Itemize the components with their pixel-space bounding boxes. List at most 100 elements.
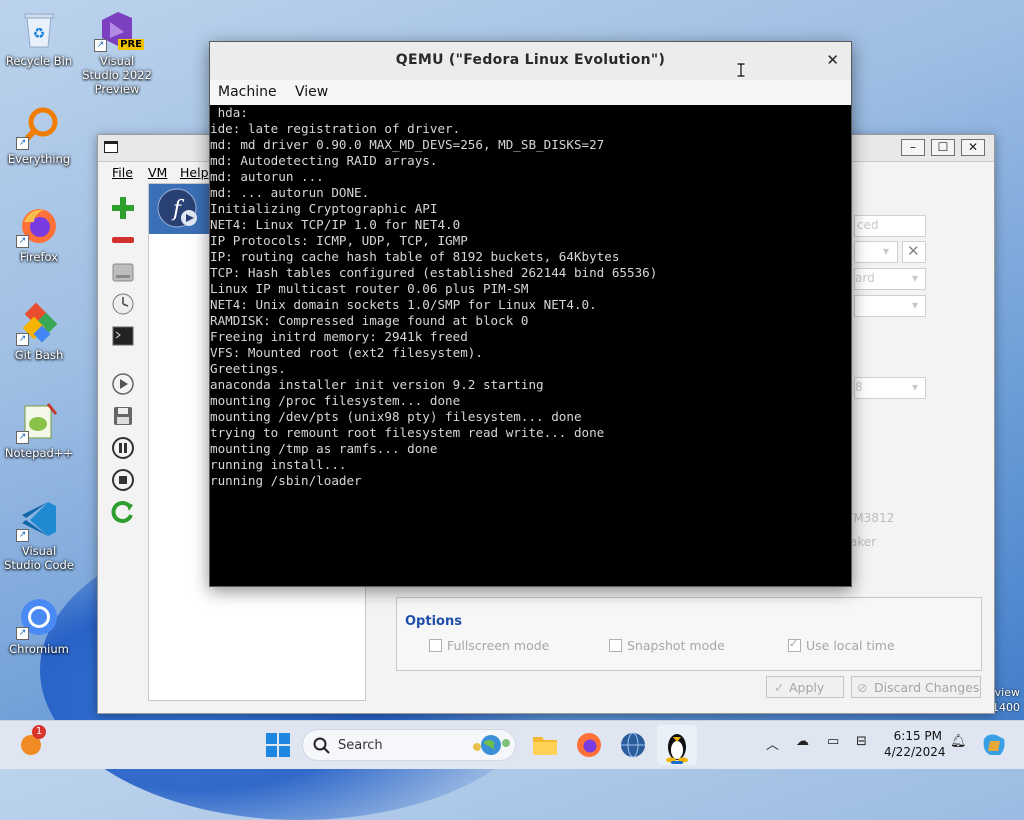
desktop-icon-notepad-plus-plus[interactable]: ↗ Notepad++ bbox=[4, 400, 74, 460]
cloud-offline-icon[interactable]: ☁ bbox=[796, 734, 809, 749]
spinbox-fragment: 8 ▾ bbox=[854, 377, 926, 399]
disk-icon[interactable] bbox=[110, 259, 136, 285]
close-icon[interactable]: ✕ bbox=[826, 51, 839, 69]
shortcut-arrow-icon: ↗ bbox=[16, 529, 29, 542]
qemu-taskbar-icon[interactable] bbox=[657, 725, 697, 765]
desktop-icon-label: Everything bbox=[7, 152, 71, 166]
clock-time: 6:15 PM bbox=[893, 729, 942, 743]
checkbox-box[interactable] bbox=[429, 639, 442, 652]
console-line: md: autorun ... bbox=[210, 169, 324, 184]
copilot-icon[interactable] bbox=[980, 731, 1008, 759]
visual-studio-icon: PRE ↗ bbox=[94, 8, 144, 52]
desktop-icon-label: Visual Studio 2022 Preview bbox=[82, 54, 152, 96]
console-line: ide: late registration of driver. bbox=[210, 121, 461, 136]
fedora-logo-icon: f bbox=[157, 188, 197, 228]
taskbar-search-box[interactable]: Search bbox=[302, 729, 516, 761]
fullscreen-label: Fullscreen mode bbox=[447, 638, 550, 653]
menu-help[interactable]: Help bbox=[180, 165, 209, 180]
reset-icon[interactable] bbox=[110, 499, 136, 525]
console-line: TCP: Hash tables configured (established… bbox=[210, 265, 658, 280]
clock-date: 4/22/2024 bbox=[884, 745, 946, 759]
shortcut-arrow-icon: ↗ bbox=[16, 431, 29, 444]
apply-button[interactable]: ✓ Apply bbox=[766, 676, 844, 698]
stop-icon[interactable] bbox=[110, 467, 136, 493]
preview-badge: PRE bbox=[118, 39, 144, 50]
console-line: Initializing Cryptographic API bbox=[210, 201, 438, 216]
weather-widget-icon[interactable]: 1 bbox=[18, 725, 46, 757]
console-line: md: Autodetecting RAID arrays. bbox=[210, 153, 438, 168]
console-line: RAMDISK: Compressed image found at block… bbox=[210, 313, 529, 328]
save-state-icon[interactable] bbox=[110, 403, 136, 429]
close-button[interactable]: ✕ bbox=[961, 139, 985, 156]
menu-view[interactable]: View bbox=[295, 84, 328, 100]
everything-search-icon: ↗ bbox=[16, 106, 60, 150]
vm-console-display[interactable]: hda: ide: late registration of driver. md:… bbox=[210, 105, 851, 585]
network-status-icon[interactable]: ⊟ bbox=[856, 734, 867, 749]
snapshot-label: Snapshot mode bbox=[627, 638, 725, 653]
mouse-cursor-icon bbox=[736, 62, 746, 78]
app-window-icon bbox=[104, 141, 118, 153]
display-icon[interactable]: ▭ bbox=[827, 734, 839, 749]
options-group: Options Fullscreen mode Snapshot mode Us… bbox=[396, 597, 982, 671]
qemu-titlebar[interactable]: QEMU ("Fedora Linux Evolution") ✕ bbox=[210, 42, 851, 80]
desktop-icon-label: Notepad++ bbox=[4, 446, 74, 460]
desktop-icon-firefox[interactable]: ↗ Firefox bbox=[4, 204, 74, 264]
chevron-up-icon[interactable]: ︿ bbox=[766, 734, 779, 753]
taskbar-clock[interactable]: 6:15 PM 4/22/2024 bbox=[884, 728, 946, 760]
firefox-taskbar-icon[interactable] bbox=[575, 731, 603, 759]
console-line: trying to remount root filesystem read w… bbox=[210, 425, 605, 440]
menu-file[interactable]: File bbox=[112, 165, 133, 180]
vscode-icon: ↗ bbox=[16, 498, 60, 542]
fullscreen-checkbox[interactable]: Fullscreen mode bbox=[429, 638, 549, 653]
menu-machine[interactable]: Machine bbox=[218, 84, 277, 100]
desktop-icon-recycle-bin[interactable]: ♻ Recycle Bin bbox=[4, 8, 74, 68]
add-vm-icon[interactable] bbox=[110, 195, 136, 221]
notification-bell-icon[interactable]: 🔔︎ bbox=[950, 734, 967, 749]
desktop-icon-chromium[interactable]: ↗ Chromium bbox=[4, 596, 74, 656]
console-line: IP: routing cache hash table of 8192 buc… bbox=[210, 249, 620, 264]
menu-vm[interactable]: VM bbox=[148, 165, 167, 180]
pause-icon[interactable] bbox=[110, 435, 136, 461]
search-highlight-globe-icon bbox=[473, 735, 510, 755]
localtime-checkbox[interactable]: Use local time bbox=[788, 637, 895, 653]
console-line: running /sbin/loader bbox=[210, 473, 362, 488]
console-line: running install... bbox=[210, 457, 347, 472]
file-explorer-icon[interactable] bbox=[531, 731, 559, 759]
vm-list-item-selected[interactable]: f bbox=[149, 184, 209, 234]
desktop-icon-git-bash[interactable]: ↗ Git Bash bbox=[4, 302, 74, 362]
qemu-window: QEMU ("Fedora Linux Evolution") ✕ Machin… bbox=[209, 41, 852, 587]
checkbox-box-checked[interactable] bbox=[788, 637, 801, 652]
desktop-icon-vscode[interactable]: ↗ Visual Studio Code bbox=[4, 498, 74, 572]
shortcut-arrow-icon: ↗ bbox=[94, 39, 107, 52]
active-indicator bbox=[671, 761, 683, 764]
terminal-icon[interactable] bbox=[110, 323, 136, 349]
minimize-button[interactable]: – bbox=[901, 139, 925, 156]
console-line: Greetings. bbox=[210, 361, 286, 376]
checkbox-box[interactable] bbox=[609, 639, 622, 652]
git-bash-icon: ↗ bbox=[16, 302, 60, 346]
remove-vm-icon[interactable] bbox=[110, 227, 136, 253]
search-placeholder: Search bbox=[338, 738, 383, 753]
qemu-window-title: QEMU ("Fedora Linux Evolution") bbox=[395, 52, 666, 68]
taskbar: 1 Search ︿ ☁ ▭ ⊟ 6:15 PM 4/22/2024 🔔︎ bbox=[0, 720, 1024, 769]
start-button-icon[interactable] bbox=[264, 731, 292, 759]
maximize-button[interactable]: ☐ bbox=[931, 139, 955, 156]
snapshot-checkbox[interactable]: Snapshot mode bbox=[609, 638, 725, 653]
vm-toolbar bbox=[102, 183, 146, 703]
localtime-label: Use local time bbox=[806, 638, 895, 653]
play-icon[interactable] bbox=[110, 371, 136, 397]
desktop-icon-label: Firefox bbox=[19, 250, 59, 264]
console-output: hda: ide: late registration of driver. md:… bbox=[210, 105, 851, 489]
chromium-icon: ↗ bbox=[16, 596, 60, 640]
console-line: mounting /proc filesystem... done bbox=[210, 393, 461, 408]
desktop-icon-label: Git Bash bbox=[14, 348, 64, 362]
network-globe-icon[interactable] bbox=[619, 731, 647, 759]
clock-icon[interactable] bbox=[110, 291, 136, 317]
shortcut-arrow-icon: ↗ bbox=[16, 333, 29, 346]
desktop-icon-everything[interactable]: ↗ Everything bbox=[4, 106, 74, 166]
discard-changes-button[interactable]: ⊘ Discard Changes bbox=[851, 676, 981, 698]
desktop-icon-visual-studio-preview[interactable]: PRE ↗ Visual Studio 2022 Preview bbox=[82, 8, 152, 96]
console-line: Freeing initrd memory: 2941k freed bbox=[210, 329, 468, 344]
soundcard-fragment: YM3812 bbox=[846, 511, 895, 525]
clear-icon[interactable]: ✕ bbox=[902, 241, 926, 263]
